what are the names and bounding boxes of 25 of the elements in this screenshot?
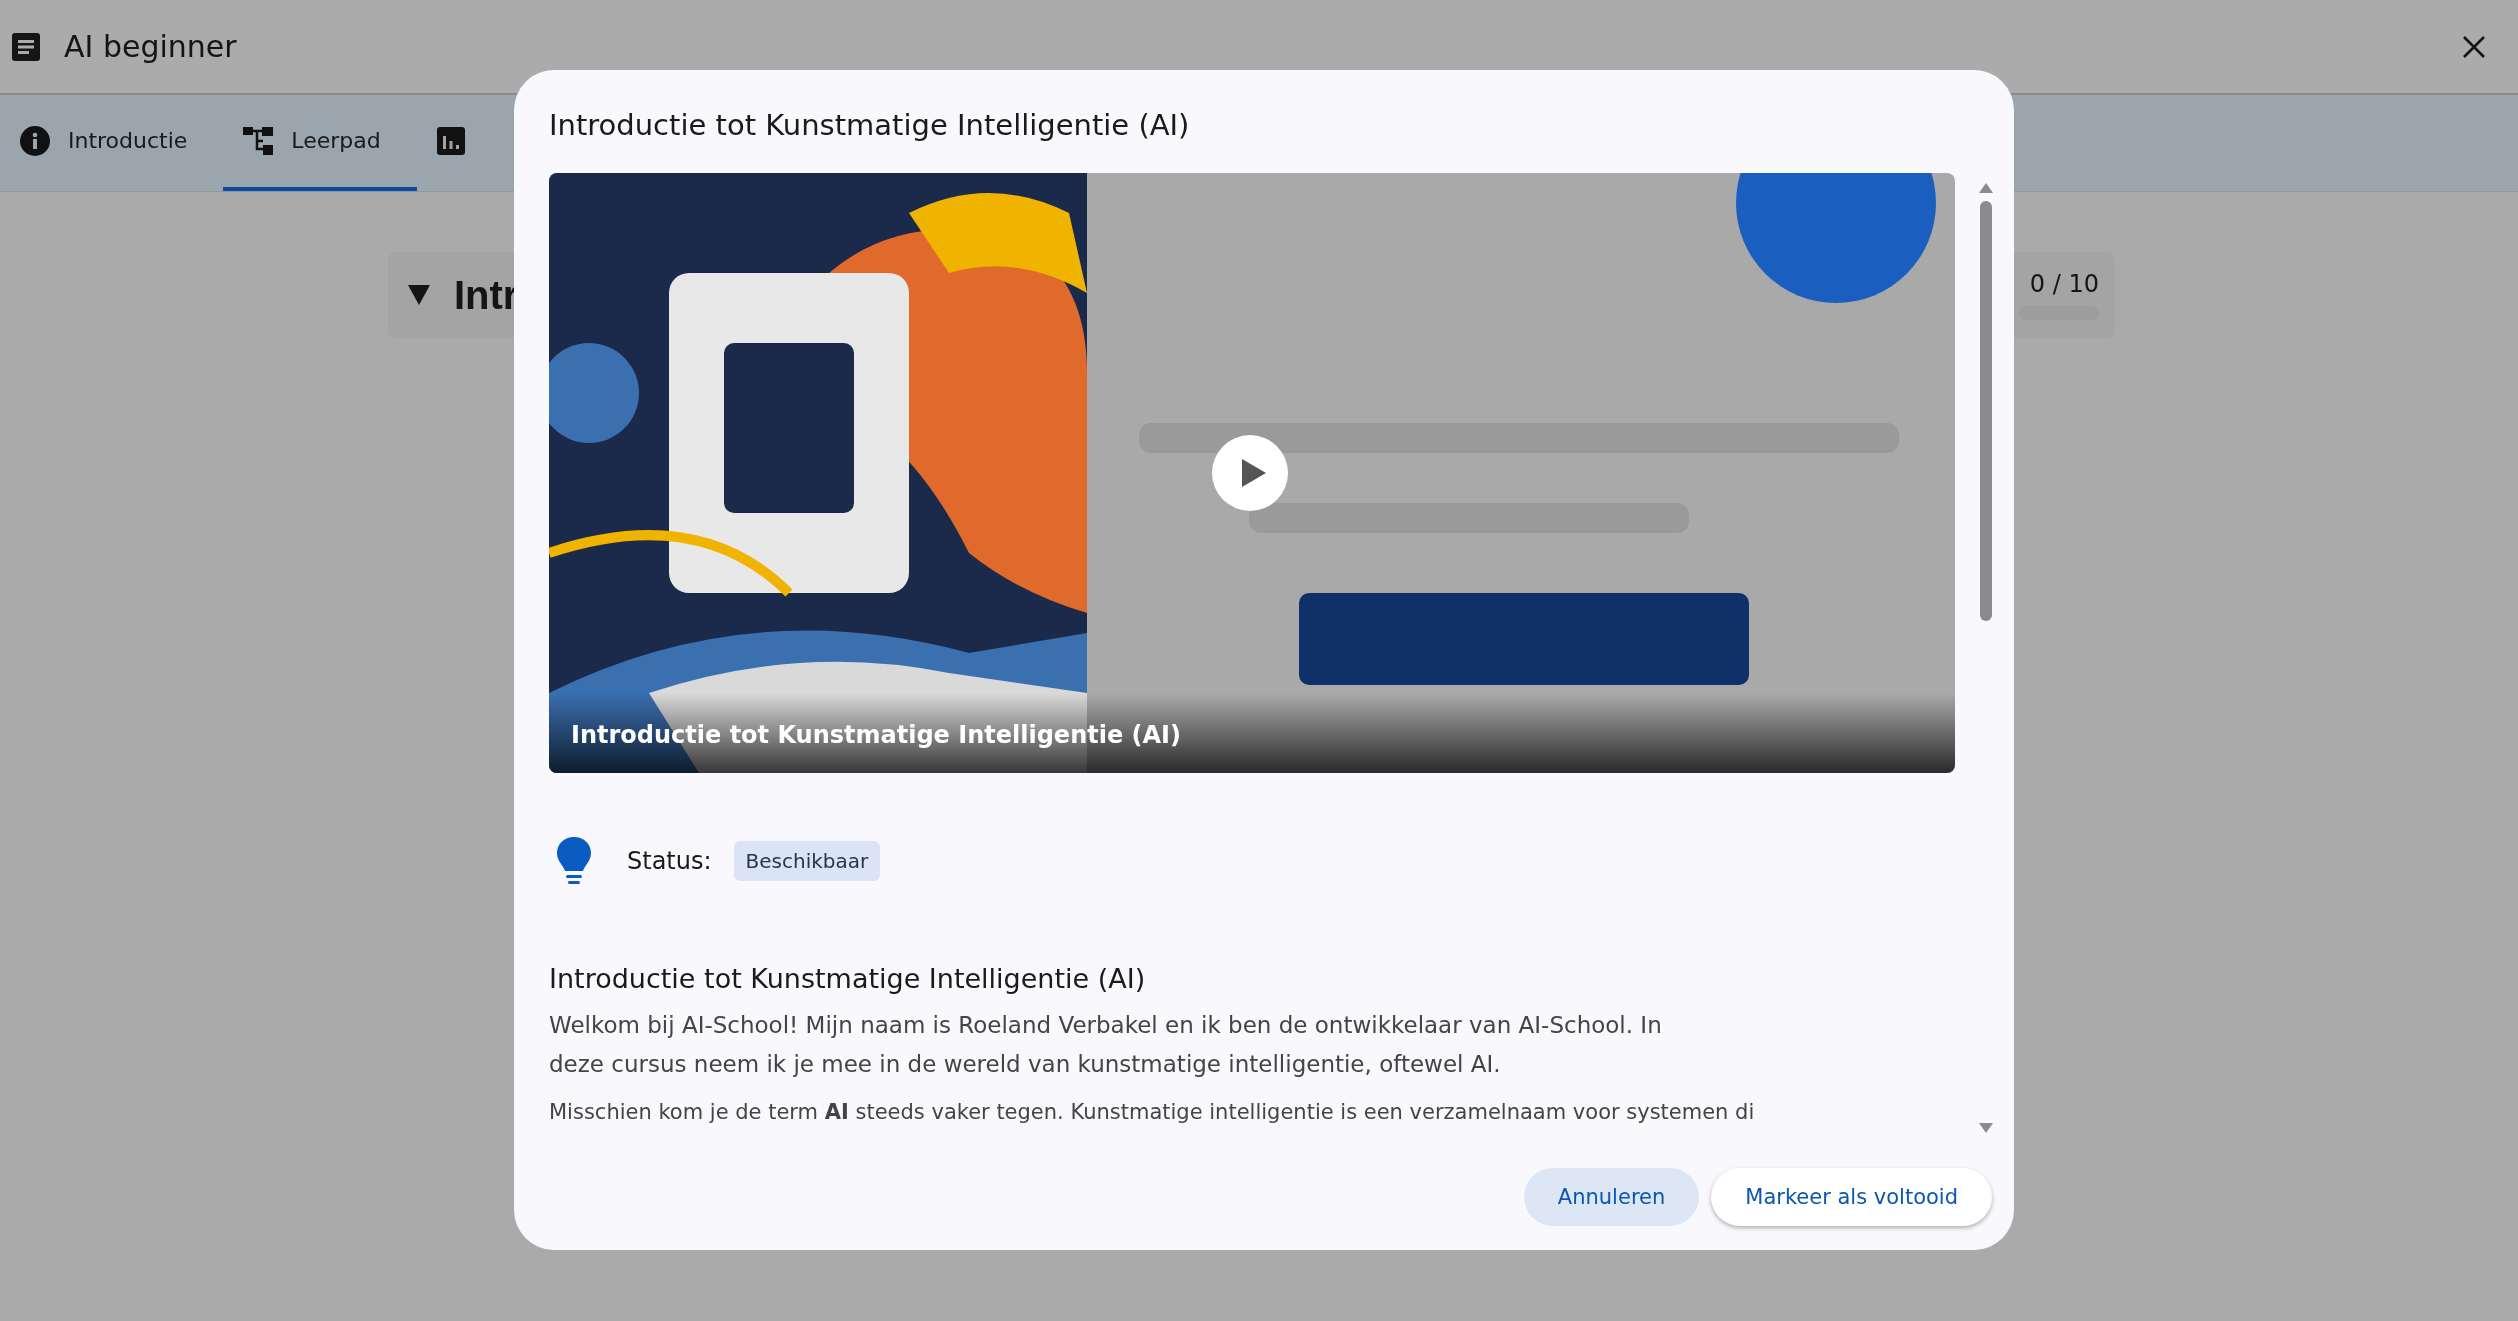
play-icon[interactable] (1212, 435, 1288, 511)
info-icon (20, 125, 50, 156)
video-player[interactable]: Introductie tot Kunstmatige Intelligentie (AI) (549, 173, 1955, 773)
tab[interactable]: Leerpad (223, 94, 417, 191)
content-heading: Introductie tot Kunstmatige Intelligentie (AI) (549, 963, 1147, 994)
tab[interactable]: Introductie (0, 94, 224, 191)
lightbulb-icon (557, 837, 591, 885)
progress-count: 0 / 10 (2029, 270, 2099, 298)
page-title: AI beginner (64, 29, 238, 64)
close-icon[interactable] (2462, 34, 2486, 59)
status-label: Status: (627, 847, 712, 875)
video-caption: Introductie tot Kunstmatige Intelligentie (AI) (571, 721, 1181, 749)
scroll-up-icon[interactable] (1979, 183, 1993, 193)
caret-icon (408, 285, 430, 305)
document-icon (12, 32, 40, 61)
bar-chart-icon (436, 126, 465, 155)
complete-button[interactable]: Markeer als voltooid (1711, 1168, 1992, 1226)
paragraph: Welkom bij AI-School! Mijn naam is Roeland Verbakel en ik ben de ontwikkelaar van AI-School. In deze cursus neem ik je mee in de wereld van kunstmatige intelligentie, oftewel AI. (549, 1011, 1663, 1079)
paragraph: Misschien kom je de term AI steeds vaker tegen. Kunstmatige intelligentie is een verzamelnaam voor systemen di (549, 1099, 1756, 1126)
cancel-button[interactable]: Annuleren (1523, 1168, 1700, 1226)
section-title: Intr (454, 272, 520, 318)
tree-icon (243, 126, 274, 155)
dialog-title: Introductie tot Kunstmatige Intelligentie (AI) (549, 108, 1191, 144)
scroll-down-icon[interactable] (1979, 1123, 1993, 1133)
status-chip: Beschikbaar (733, 841, 881, 881)
